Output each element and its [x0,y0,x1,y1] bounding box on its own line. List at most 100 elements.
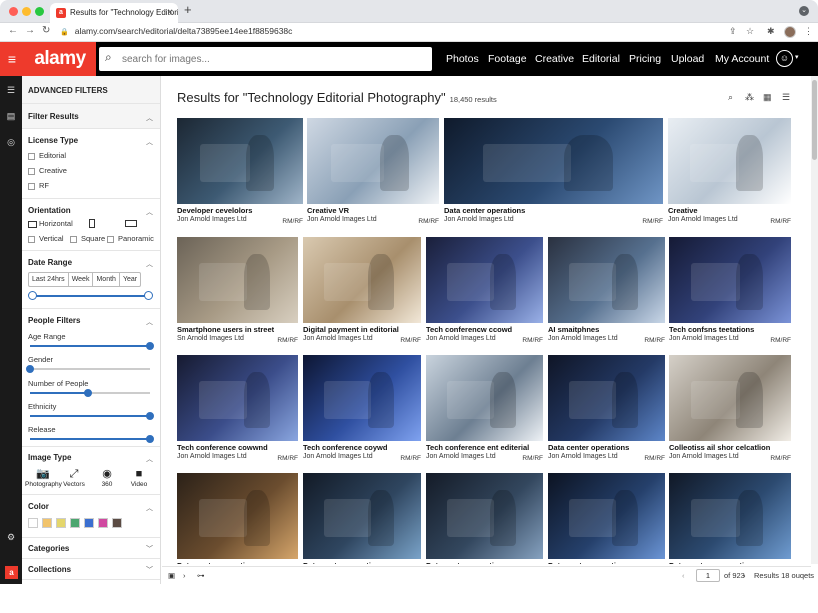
date-week-button[interactable]: Week [69,273,94,286]
nav-my-account[interactable]: My Account [715,42,769,76]
share-icon[interactable]: ⇪ [729,26,737,37]
nav-footage[interactable]: Footage [488,42,527,76]
result-thumbnail[interactable] [444,118,663,204]
result-thumbnail[interactable] [303,355,421,441]
result-thumbnail[interactable] [669,473,791,559]
hamburger-menu-icon[interactable]: ≡ [0,42,24,76]
close-tab-icon[interactable]: × [167,3,173,23]
result-thumbnail[interactable] [307,118,439,204]
color-swatch[interactable] [84,518,94,528]
nav-creative[interactable]: Creative [535,42,574,76]
filters-icon[interactable]: ☰ [5,84,17,96]
result-thumbnail[interactable] [303,473,421,559]
license-creative-checkbox[interactable]: Creative [28,166,67,175]
search-icon[interactable]: ⌕ [105,50,112,65]
result-title[interactable]: Data center operations [444,206,525,215]
list-view-icon[interactable]: ☰ [782,92,790,103]
chevron-down-icon[interactable]: ▾ [795,53,799,61]
nav-editorial[interactable]: Editorial [582,42,620,76]
result-thumbnail[interactable] [548,355,665,441]
result-card[interactable]: AI smaitphnes Jon Arnold Images Ltd RM/RF [548,237,665,355]
result-title[interactable]: Data center operations [548,443,629,452]
orientation-panoramic-checkbox[interactable]: Panoramic [107,234,154,243]
result-card[interactable]: Developer cevelolors Jon Arnold Images Lt… [177,118,303,236]
chevron-up-icon[interactable]: ︿ [146,317,153,327]
result-thumbnail[interactable] [548,473,665,559]
result-thumbnail[interactable] [669,355,791,441]
result-thumbnail[interactable] [548,237,665,323]
search-input[interactable] [122,50,422,68]
slider-handle[interactable] [146,435,154,443]
panoramic-orientation-icon[interactable] [125,220,137,227]
result-title[interactable]: Data center operations [177,561,258,564]
chevron-down-icon[interactable]: ﹀ [146,565,153,575]
chevron-up-icon[interactable]: ︿ [146,113,153,123]
collections-section[interactable]: Collections ﹀ [22,559,160,580]
chevron-up-icon[interactable]: ︿ [146,137,153,147]
tab-search-icon[interactable]: ⌄ [799,6,809,16]
result-card[interactable]: Tech confsns teetations Jon Arnold Images… [669,237,791,355]
image-type-video[interactable]: ■ Video [125,468,153,488]
scrollbar-thumb[interactable] [812,80,817,160]
chevron-up-icon[interactable]: ︿ [146,503,153,513]
result-card[interactable]: Data center operations [426,473,543,564]
next-page-icon[interactable]: › [743,571,746,580]
extensions-icon[interactable]: ✱ [767,26,775,37]
search-icon[interactable]: ⌕ [728,92,733,103]
slider-handle[interactable] [83,389,92,397]
result-card[interactable]: Colleotiss ail shor celcatlion Jon Arnold… [669,355,791,473]
result-thumbnail[interactable] [426,237,543,323]
nav-upload[interactable]: Upload [671,42,704,76]
result-title[interactable]: Data centerar operations [669,561,757,564]
date-year-button[interactable]: Year [120,273,140,286]
profile-avatar[interactable] [784,26,796,38]
result-card[interactable]: Digital payment in editorial Jon Arnold I… [303,237,421,355]
ai-search-icon[interactable]: ⁂ [745,92,754,103]
date-range-start-handle[interactable] [28,291,37,300]
globe-icon[interactable]: ◎ [5,136,17,148]
result-card[interactable]: Tech conference cowwnd Jon Arnold Images … [177,355,298,473]
slider-handle[interactable] [26,365,34,373]
slider-track[interactable] [30,368,150,370]
chevron-up-icon[interactable]: ︿ [146,207,153,217]
vertical-scrollbar[interactable] [811,76,818,564]
result-title[interactable]: Colleotiss ail shor celcatlion [669,443,770,452]
result-title[interactable]: Data center operations [426,561,507,564]
orientation-horizontal[interactable]: Horizontal [28,219,73,228]
nav-pricing[interactable]: Pricing [629,42,661,76]
result-title[interactable]: AI smaitphnes [548,325,599,334]
result-card[interactable]: Data center operations [303,473,421,564]
result-thumbnail[interactable] [177,355,298,441]
color-swatch[interactable] [98,518,108,528]
color-swatch[interactable] [42,518,52,528]
alamy-small-logo-icon[interactable]: a [5,566,18,579]
browser-menu-icon[interactable]: ⋮ [804,26,813,37]
license-editorial-checkbox[interactable]: Editorial [28,151,66,160]
vertical-orientation-icon[interactable] [89,219,95,228]
result-thumbnail[interactable] [177,237,298,323]
result-title[interactable]: Creative [668,206,698,215]
close-window-button[interactable] [9,7,18,16]
color-swatch[interactable] [70,518,80,528]
slider-handle[interactable] [146,342,154,350]
result-title[interactable]: Creative VR [307,206,349,215]
result-title[interactable]: Tech conference ent editerial [426,443,529,452]
date-range-end-handle[interactable] [144,291,153,300]
result-thumbnail[interactable] [426,355,543,441]
result-title[interactable]: Tech confsns teetations [669,325,754,334]
result-title[interactable]: Tech conference cowwnd [177,443,268,452]
date-last-24hrs-button[interactable]: Last 24hrs [29,273,69,286]
result-card[interactable]: Data center operations [548,473,665,564]
account-user-icon[interactable]: ☺ [776,50,793,67]
result-card[interactable]: Data center operations Jon Arnold Images … [548,355,665,473]
image-type-photography[interactable]: 📷 Photography [25,468,62,488]
url-field[interactable]: 🔒 alamy.com/search/editorial/delta73895ee… [60,26,292,36]
date-month-button[interactable]: Month [93,273,120,286]
color-swatch[interactable] [28,518,38,528]
result-thumbnail[interactable] [177,118,303,204]
result-title[interactable]: Digital payment in editorial [303,325,399,334]
result-title[interactable]: Data center operations [548,561,629,564]
gear-icon[interactable]: ⚙ [5,531,17,543]
grid-view-icon[interactable]: ▦ [763,92,772,103]
result-thumbnail[interactable] [303,237,421,323]
